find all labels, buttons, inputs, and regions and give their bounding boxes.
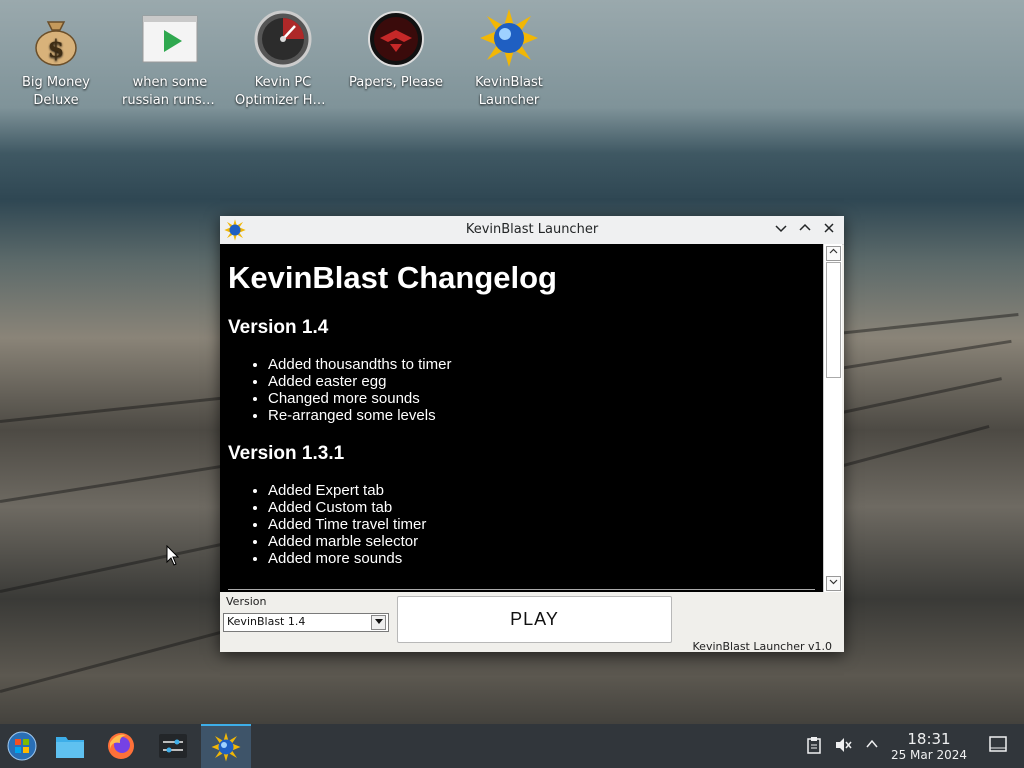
- list-item: Added Expert tab: [268, 482, 823, 499]
- maximize-button[interactable]: [795, 220, 815, 240]
- desktop-icon-label: Papers, Please: [348, 75, 444, 90]
- svg-text:$: $: [48, 34, 65, 63]
- window-titlebar[interactable]: KevinBlast Launcher: [220, 216, 844, 245]
- list-item: Added Custom tab: [268, 499, 823, 516]
- mouse-cursor-icon: [166, 545, 180, 566]
- version-select[interactable]: KevinBlast 1.4: [223, 613, 389, 632]
- chevron-down-icon: [829, 579, 838, 585]
- scroll-down-button[interactable]: [826, 576, 841, 591]
- clock-date: 25 Mar 2024: [890, 748, 968, 762]
- tray-expand-chevron-up-icon[interactable]: [862, 736, 882, 756]
- changelog-list: Added Expert tab Added Custom tab Added …: [220, 482, 823, 567]
- kevinblast-sun-icon: [479, 8, 539, 68]
- desktop-icon-label: Big Money: [21, 75, 90, 90]
- dropdown-arrow-icon[interactable]: [371, 615, 386, 630]
- desktop-icon-kevinblast-launcher[interactable]: KevinBlast Launcher: [459, 8, 559, 110]
- list-item: Added Time travel timer: [268, 516, 823, 533]
- clipboard-icon[interactable]: [804, 736, 824, 756]
- version-select-value: KevinBlast 1.4: [227, 615, 306, 628]
- list-item: Added marble selector: [268, 533, 823, 550]
- desktop-icon-label: russian runs a...: [122, 93, 220, 108]
- show-desktop-icon[interactable]: [988, 736, 1008, 756]
- speedometer-icon: [253, 8, 313, 68]
- desktop-icon-label: when some: [132, 75, 208, 90]
- divider: [228, 589, 815, 590]
- firefox-icon: [108, 733, 134, 759]
- desktop-icon-video[interactable]: when some russian runs a...: [120, 8, 220, 110]
- sliders-icon: [159, 734, 187, 758]
- version-heading: Version 1.3.1: [228, 443, 345, 464]
- taskbar: 18:31 25 Mar 2024: [0, 724, 1024, 768]
- volume-muted-icon[interactable]: [833, 736, 853, 756]
- taskbar-settings[interactable]: [150, 724, 196, 768]
- minimize-button[interactable]: [771, 220, 791, 240]
- kevinblast-sun-icon: [211, 732, 241, 762]
- papers-please-emblem-icon: [366, 8, 426, 68]
- close-icon: [824, 223, 834, 233]
- desktop-icon-kevin-pc-optimizer[interactable]: Kevin PC Optimizer Ho...: [233, 8, 333, 110]
- list-item: Re-arranged some levels: [268, 407, 823, 424]
- close-button[interactable]: [819, 220, 839, 240]
- video-file-icon: [140, 8, 200, 68]
- scroll-up-button[interactable]: [826, 246, 841, 261]
- desktop-icon-label: Kevin PC: [254, 75, 312, 90]
- taskbar-firefox[interactable]: [98, 724, 144, 768]
- chevron-up-icon: [799, 223, 811, 231]
- desktop-icon-papers-please[interactable]: Papers, Please: [346, 8, 446, 92]
- version-label: Version: [226, 595, 267, 608]
- list-item: Added thousandths to timer: [268, 356, 823, 373]
- chevron-up-icon: [829, 248, 838, 254]
- desktop-icon-label: Launcher: [478, 93, 540, 108]
- changelog-heading: KevinBlast Changelog: [228, 260, 557, 295]
- play-button[interactable]: PLAY: [397, 596, 672, 643]
- taskbar-kevinblast-launcher[interactable]: [201, 724, 251, 768]
- vertical-scrollbar[interactable]: [823, 244, 842, 592]
- desktop-icon-label: KevinBlast: [475, 75, 543, 90]
- start-orb-icon: [7, 731, 37, 761]
- list-item: Added easter egg: [268, 373, 823, 390]
- taskbar-clock[interactable]: 18:31 25 Mar 2024: [886, 731, 972, 763]
- desktop-icon-big-money-deluxe[interactable]: $ Big Money Deluxe: [6, 8, 106, 110]
- chevron-down-icon: [775, 225, 787, 233]
- window-title: KevinBlast Launcher: [465, 222, 599, 237]
- changelog-panel[interactable]: KevinBlast Changelog Version 1.4 Added t…: [220, 244, 823, 592]
- desktop-icon-label: Optimizer Ho...: [235, 93, 333, 108]
- clock-time: 18:31: [907, 730, 951, 748]
- start-menu-button[interactable]: [0, 724, 46, 768]
- launcher-window: KevinBlast Launcher KevinBlast Changelog…: [220, 216, 844, 653]
- list-item: Added more sounds: [268, 550, 823, 567]
- money-bag-icon: $: [26, 8, 86, 68]
- scrollbar-thumb[interactable]: [826, 262, 841, 378]
- version-heading: Version 1.4: [228, 317, 329, 338]
- list-item: Changed more sounds: [268, 390, 823, 407]
- changelog-list: Added thousandths to timer Added easter …: [220, 356, 823, 424]
- folder-icon: [56, 737, 84, 758]
- taskbar-file-manager[interactable]: [47, 724, 93, 768]
- launcher-version-text: KevinBlast Launcher v1.0: [692, 640, 832, 653]
- desktop-icon-label: Deluxe: [33, 93, 79, 108]
